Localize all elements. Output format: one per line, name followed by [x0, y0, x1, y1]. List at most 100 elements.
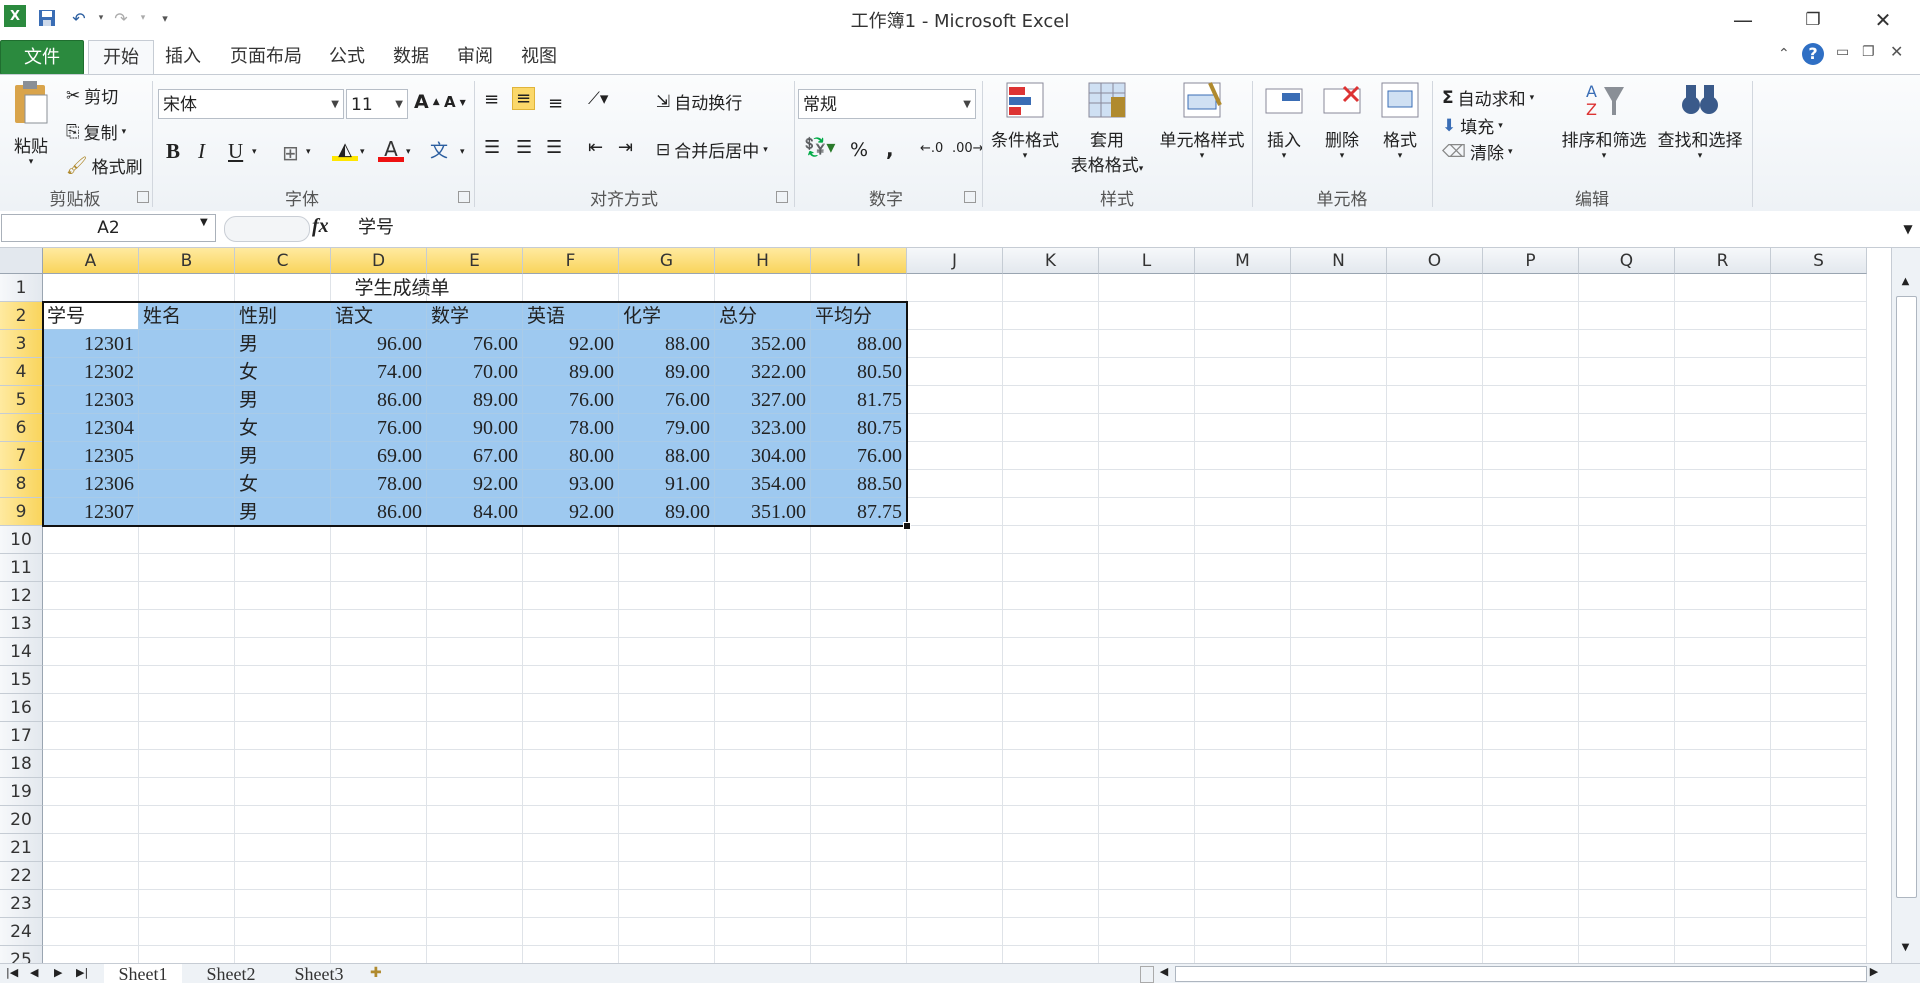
- shrink-font-icon[interactable]: A ▼: [444, 93, 466, 111]
- cell[interactable]: [43, 918, 139, 946]
- cell[interactable]: [1483, 750, 1579, 778]
- row-header[interactable]: 25: [0, 946, 43, 963]
- cell[interactable]: [1099, 526, 1195, 554]
- cell[interactable]: [1579, 806, 1675, 834]
- cell[interactable]: [907, 862, 1003, 890]
- align-left-icon[interactable]: ☰: [484, 137, 500, 158]
- cell[interactable]: [907, 358, 1003, 386]
- cell[interactable]: [235, 694, 331, 722]
- cell[interactable]: [523, 918, 619, 946]
- scroll-right-icon[interactable]: ▶: [1866, 965, 1882, 978]
- cell[interactable]: [1291, 386, 1387, 414]
- cell[interactable]: [1099, 918, 1195, 946]
- cell[interactable]: [811, 582, 907, 610]
- cell[interactable]: [139, 946, 235, 963]
- cell[interactable]: [427, 918, 523, 946]
- cell[interactable]: [1579, 526, 1675, 554]
- cell[interactable]: [811, 722, 907, 750]
- doc-restore-icon[interactable]: ❐: [1862, 44, 1875, 60]
- format-painter-button[interactable]: 🖌 格式刷: [66, 153, 143, 179]
- cell[interactable]: [1771, 330, 1867, 358]
- cell[interactable]: [1291, 414, 1387, 442]
- cell[interactable]: [1675, 750, 1771, 778]
- column-header[interactable]: R: [1675, 248, 1771, 274]
- cell[interactable]: [907, 890, 1003, 918]
- cell[interactable]: [1483, 442, 1579, 470]
- row-header[interactable]: 18: [0, 750, 43, 778]
- cell[interactable]: [1771, 582, 1867, 610]
- cell[interactable]: [715, 750, 811, 778]
- cell[interactable]: [1771, 946, 1867, 963]
- cell[interactable]: [235, 526, 331, 554]
- clear-button[interactable]: ⌫ 清除 ▾: [1442, 139, 1513, 165]
- cell[interactable]: [715, 862, 811, 890]
- tab-view[interactable]: 视图: [514, 40, 564, 73]
- cell[interactable]: [1675, 610, 1771, 638]
- cell[interactable]: [1291, 274, 1387, 302]
- cell[interactable]: [1387, 834, 1483, 862]
- cell[interactable]: [1291, 778, 1387, 806]
- fill-color-dropdown-icon[interactable]: ▾: [360, 147, 365, 157]
- cell[interactable]: [1195, 694, 1291, 722]
- cell[interactable]: [1771, 666, 1867, 694]
- row-header[interactable]: 23: [0, 890, 43, 918]
- cell[interactable]: [1099, 638, 1195, 666]
- cell[interactable]: [1579, 498, 1675, 526]
- cell[interactable]: [1771, 638, 1867, 666]
- cell[interactable]: [1771, 610, 1867, 638]
- cell[interactable]: [235, 918, 331, 946]
- cell[interactable]: [1675, 778, 1771, 806]
- cell[interactable]: [1483, 666, 1579, 694]
- cell[interactable]: [1483, 722, 1579, 750]
- cell[interactable]: [427, 750, 523, 778]
- cell[interactable]: [619, 666, 715, 694]
- cell[interactable]: [523, 834, 619, 862]
- cell[interactable]: [907, 526, 1003, 554]
- cell[interactable]: [1099, 610, 1195, 638]
- cell[interactable]: [427, 946, 523, 963]
- cell[interactable]: [1291, 554, 1387, 582]
- column-header[interactable]: S: [1771, 248, 1867, 274]
- cell[interactable]: [1003, 414, 1099, 442]
- cell[interactable]: [1483, 834, 1579, 862]
- cell[interactable]: [235, 890, 331, 918]
- cell[interactable]: [619, 610, 715, 638]
- column-header[interactable]: L: [1099, 248, 1195, 274]
- formula-bar-handle[interactable]: [224, 216, 310, 242]
- cell[interactable]: [1387, 330, 1483, 358]
- cell[interactable]: [907, 498, 1003, 526]
- column-header[interactable]: H: [715, 248, 811, 274]
- cell[interactable]: [1099, 274, 1195, 302]
- cell[interactable]: [1483, 302, 1579, 330]
- cell[interactable]: [1771, 554, 1867, 582]
- cell[interactable]: [715, 890, 811, 918]
- cell[interactable]: [331, 946, 427, 963]
- cell[interactable]: [1291, 610, 1387, 638]
- cell[interactable]: [523, 890, 619, 918]
- insert-sheet-icon[interactable]: ✚: [370, 965, 382, 981]
- cell[interactable]: [1675, 694, 1771, 722]
- cell[interactable]: [1579, 442, 1675, 470]
- format-as-table-button[interactable]: 套用 表格格式▾: [1062, 79, 1152, 176]
- copy-button[interactable]: ⎘ 复制 ▾: [66, 119, 126, 145]
- row-header[interactable]: 22: [0, 862, 43, 890]
- cell[interactable]: [427, 526, 523, 554]
- font-color-dropdown-icon[interactable]: ▾: [406, 147, 411, 157]
- cell[interactable]: [715, 946, 811, 963]
- cell[interactable]: [523, 638, 619, 666]
- cell[interactable]: [1579, 414, 1675, 442]
- cell[interactable]: [811, 778, 907, 806]
- cell[interactable]: [1003, 498, 1099, 526]
- cell[interactable]: [1195, 498, 1291, 526]
- cell[interactable]: [1771, 526, 1867, 554]
- cell[interactable]: [715, 526, 811, 554]
- cell[interactable]: [1771, 470, 1867, 498]
- cell[interactable]: [1003, 582, 1099, 610]
- cell[interactable]: [331, 778, 427, 806]
- minimize-icon[interactable]: —: [1718, 6, 1768, 34]
- cell[interactable]: [331, 806, 427, 834]
- cell[interactable]: [619, 722, 715, 750]
- cell[interactable]: [1195, 358, 1291, 386]
- tab-split-handle[interactable]: [1140, 966, 1154, 983]
- align-right-icon[interactable]: ☰: [546, 137, 562, 158]
